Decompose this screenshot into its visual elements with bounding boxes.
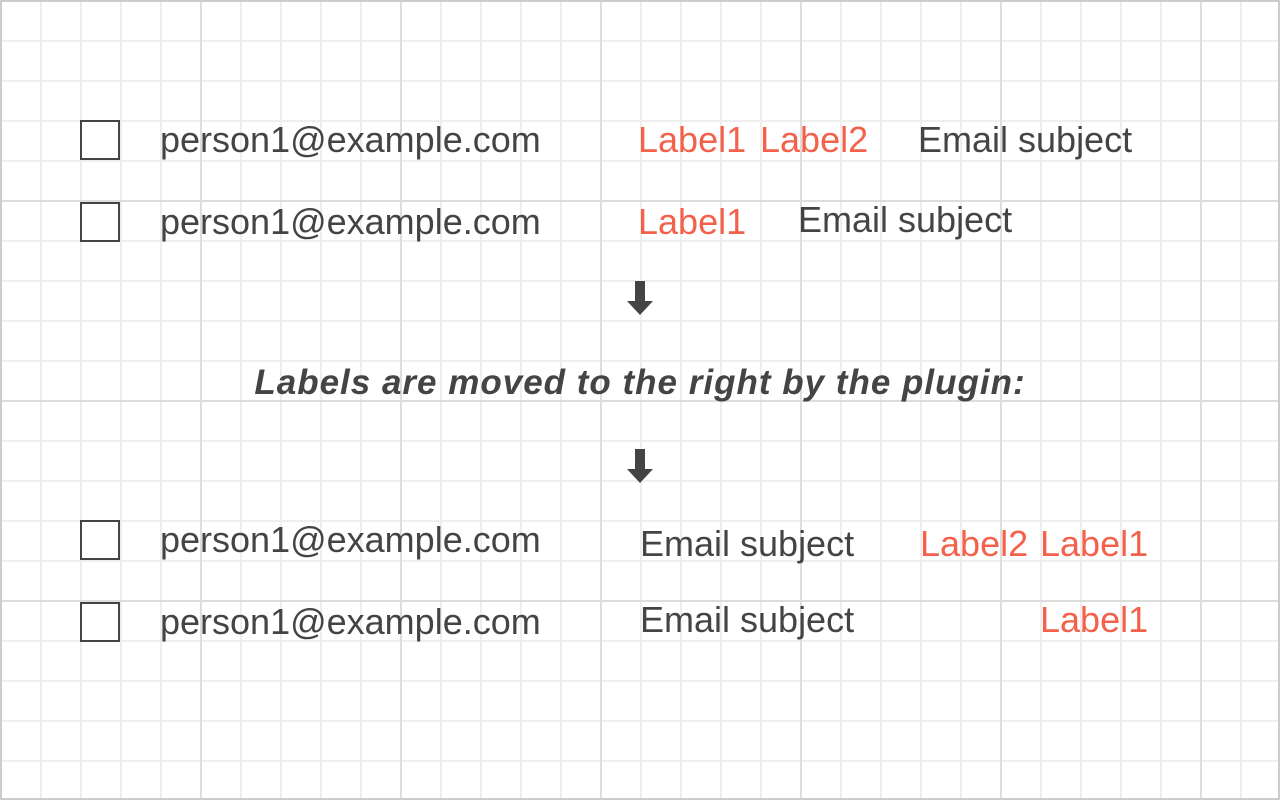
row-checkbox[interactable] (80, 520, 120, 560)
sender-email: person1@example.com (160, 119, 541, 160)
email-subject: Email subject (640, 599, 855, 640)
row-checkbox[interactable] (80, 202, 120, 242)
label-tag: Label1 (1040, 523, 1149, 564)
label-tag: Label1 (1040, 599, 1149, 640)
label-tag: Label1 (638, 201, 747, 242)
caption: Labels are moved to the right by the plu… (254, 363, 1026, 402)
arrow-down-icon (627, 449, 653, 483)
label-tag: Label1 (638, 119, 747, 160)
row-checkbox[interactable] (80, 602, 120, 642)
email-subject: Email subject (918, 119, 1133, 160)
label-tag: Label2 (920, 523, 1029, 564)
sender-email: person1@example.com (160, 601, 541, 642)
arrow-down-icon (627, 281, 653, 315)
email-subject: Email subject (640, 523, 855, 564)
sender-email: person1@example.com (160, 201, 541, 242)
row-checkbox[interactable] (80, 120, 120, 160)
label-tag: Label2 (760, 119, 869, 160)
sender-email: person1@example.com (160, 519, 541, 560)
email-subject: Email subject (798, 199, 1013, 240)
